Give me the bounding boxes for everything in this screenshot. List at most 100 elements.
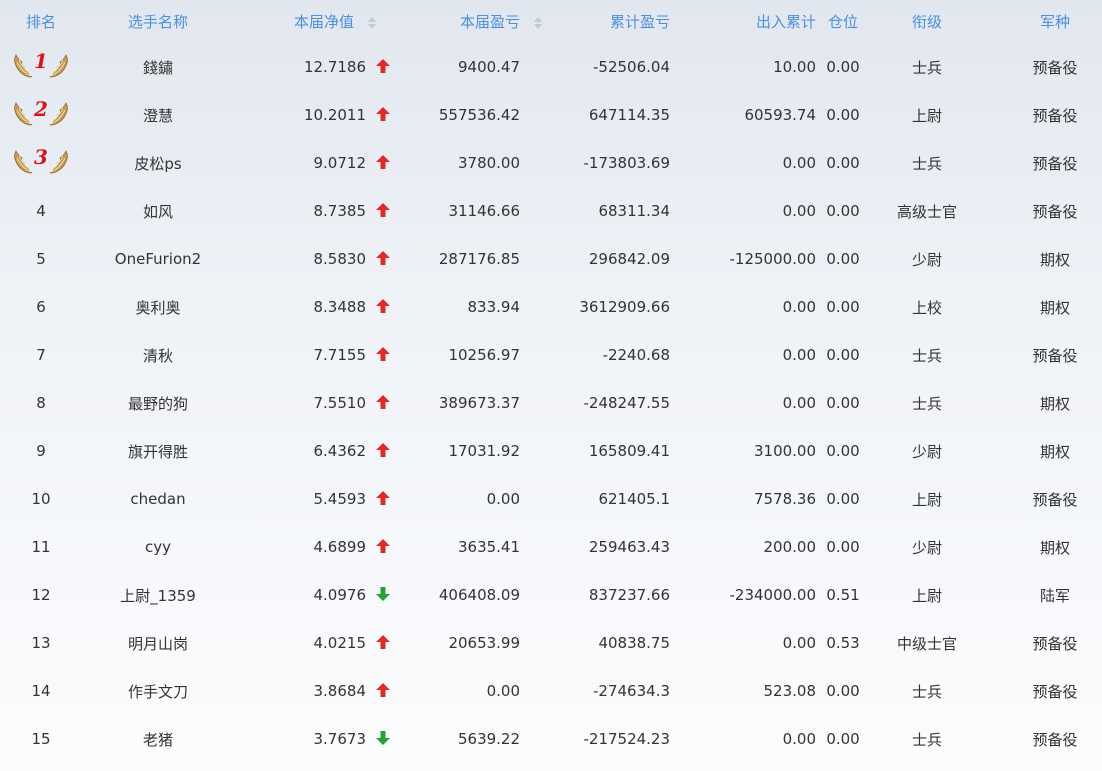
player-name[interactable]: chedan bbox=[130, 490, 185, 508]
player-name[interactable]: 皮松ps bbox=[134, 155, 181, 173]
table-row[interactable]: 5 OneFurion2 8.5830 287176.85 296842.09 -1250… bbox=[0, 235, 1102, 283]
table-row[interactable]: 12 上尉_1359 4.0976 406408.09 837237.66 -234000… bbox=[0, 571, 1102, 619]
header-name[interactable]: 选手名称 bbox=[82, 0, 234, 43]
sort-icon[interactable] bbox=[368, 16, 377, 29]
flow-cell: -125000.00 bbox=[670, 235, 816, 283]
branch-cell: 预备役 bbox=[984, 619, 1102, 667]
table-row[interactable]: 8 最野的狗 7.5510 389673.37 -248247.55 0.00 0.00 士兵… bbox=[0, 379, 1102, 427]
position-value: 0.00 bbox=[826, 298, 860, 316]
position-cell: 0.00 bbox=[816, 523, 870, 571]
player-name-cell[interactable]: 老猪 bbox=[82, 715, 234, 763]
player-name-cell[interactable]: 奥利奥 bbox=[82, 283, 234, 331]
total-pnl-value: 621405.1 bbox=[598, 490, 671, 508]
player-name-cell[interactable]: 上尉_1359 bbox=[82, 571, 234, 619]
total-pnl-cell: -2240.68 bbox=[520, 331, 670, 379]
table-row[interactable]: 9 旗开得胜 6.4362 17031.92 165809.41 3100.00 0.00 少… bbox=[0, 427, 1102, 475]
position-cell: 0.00 bbox=[816, 667, 870, 715]
header-flow[interactable]: 出入累计 bbox=[670, 0, 816, 43]
player-name-cell[interactable]: 澄慧 bbox=[82, 91, 234, 139]
header-rank[interactable]: 排名 bbox=[0, 0, 82, 43]
player-name-cell[interactable]: 旗开得胜 bbox=[82, 427, 234, 475]
player-name[interactable]: 清秋 bbox=[143, 347, 173, 365]
branch-value: 预备役 bbox=[1032, 490, 1078, 509]
net-value: 6.4362 bbox=[313, 442, 367, 460]
rank-cell: 9 bbox=[0, 427, 82, 475]
wing-left-icon bbox=[14, 150, 33, 174]
header-net[interactable]: 本届净值 bbox=[234, 0, 398, 43]
header-pnl[interactable]: 本届盈亏 bbox=[398, 0, 543, 43]
net-value: 4.6899 bbox=[313, 538, 367, 556]
player-name[interactable]: OneFurion2 bbox=[115, 250, 201, 268]
table-header-row: 排名 选手名称 本届净值 本届盈亏 累计盈亏 出入累计 仓位 衔级 军种 bbox=[0, 0, 1102, 43]
player-name[interactable]: 錢鏽 bbox=[143, 59, 173, 77]
flow-cell: 10.00 bbox=[670, 43, 816, 91]
player-name[interactable]: 旗开得胜 bbox=[128, 443, 188, 461]
player-name[interactable]: 上尉_1359 bbox=[120, 587, 196, 605]
player-name-cell[interactable]: 皮松ps bbox=[82, 139, 234, 187]
player-name-cell[interactable]: chedan bbox=[82, 475, 234, 523]
trend-cell bbox=[366, 619, 398, 667]
flow-value: 0.00 bbox=[782, 346, 817, 364]
net-value-cell: 4.0215 bbox=[234, 619, 367, 667]
pnl-value: 3780.00 bbox=[457, 154, 521, 172]
player-name-cell[interactable]: cyy bbox=[82, 523, 234, 571]
sort-icon[interactable] bbox=[534, 16, 543, 29]
player-name[interactable]: 如风 bbox=[143, 203, 173, 221]
total-pnl-cell: 647114.35 bbox=[520, 91, 670, 139]
table-row[interactable]: 10 chedan 5.4593 0.00 621405.1 7578.36 0.00 上尉 预… bbox=[0, 475, 1102, 523]
grade-cell: 少尉 bbox=[870, 523, 984, 571]
pnl-value: 20653.99 bbox=[448, 634, 521, 652]
rank-medal: 3 bbox=[13, 145, 69, 180]
header-grade-label: 衔级 bbox=[912, 13, 943, 31]
flow-value: -125000.00 bbox=[729, 250, 817, 268]
header-net-label: 本届净值 bbox=[294, 13, 355, 31]
player-name-cell[interactable]: 作手文刀 bbox=[82, 667, 234, 715]
player-name[interactable]: 老猪 bbox=[143, 731, 173, 749]
pnl-value: 5639.22 bbox=[457, 730, 521, 748]
player-name-cell[interactable]: 如风 bbox=[82, 187, 234, 235]
pnl-cell: 389673.37 bbox=[398, 379, 520, 427]
grade-cell: 士兵 bbox=[870, 139, 984, 187]
player-name-cell[interactable]: OneFurion2 bbox=[82, 235, 234, 283]
header-branch[interactable]: 军种 bbox=[984, 0, 1102, 43]
rank-cell: 10 bbox=[0, 475, 82, 523]
table-row[interactable]: 3 皮松ps 9.0712 3780.00 -173803.69 0.00 0.00 士兵 预… bbox=[0, 139, 1102, 187]
player-name-cell[interactable]: 明月山岗 bbox=[82, 619, 234, 667]
header-total[interactable]: 累计盈亏 bbox=[520, 0, 670, 43]
rank-number: 7 bbox=[36, 346, 46, 364]
pnl-cell: 0.00 bbox=[398, 475, 520, 523]
table-row[interactable]: 7 清秋 7.7155 10256.97 -2240.68 0.00 0.00 士兵 预备役 bbox=[0, 331, 1102, 379]
player-name[interactable]: 作手文刀 bbox=[128, 683, 188, 701]
table-row[interactable]: 2 澄慧 10.2011 557536.42 647114.35 60593.74 0.0… bbox=[0, 91, 1102, 139]
pnl-value: 287176.85 bbox=[438, 250, 521, 268]
position-cell: 0.00 bbox=[816, 475, 870, 523]
grade-value: 士兵 bbox=[912, 58, 943, 77]
branch-cell: 期权 bbox=[984, 523, 1102, 571]
player-name[interactable]: 奥利奥 bbox=[135, 299, 180, 317]
player-name[interactable]: 明月山岗 bbox=[128, 635, 188, 653]
header-position[interactable]: 仓位 bbox=[816, 0, 870, 43]
trend-cell bbox=[366, 139, 398, 187]
player-name-cell[interactable]: 最野的狗 bbox=[82, 379, 234, 427]
position-cell: 0.00 bbox=[816, 139, 870, 187]
table-row[interactable]: 11 cyy 4.6899 3635.41 259463.43 200.00 0.00 少尉 期… bbox=[0, 523, 1102, 571]
table-row[interactable]: 4 如风 8.7385 31146.66 68311.34 0.00 0.00 高级士官 预备役 bbox=[0, 187, 1102, 235]
player-name[interactable]: cyy bbox=[145, 538, 171, 556]
position-value: 0.00 bbox=[826, 154, 860, 172]
table-row[interactable]: 15 老猪 3.7673 5639.22 -217524.23 0.00 0.00 士兵 预备役 bbox=[0, 715, 1102, 763]
rank-number: 8 bbox=[36, 394, 46, 412]
table-row[interactable]: 13 明月山岗 4.0215 20653.99 40838.75 0.00 0.53 中级士官… bbox=[0, 619, 1102, 667]
grade-value: 上尉 bbox=[912, 106, 943, 125]
net-value: 5.4593 bbox=[313, 490, 367, 508]
player-name[interactable]: 澄慧 bbox=[143, 107, 173, 125]
total-pnl-cell: -274634.3 bbox=[520, 667, 670, 715]
player-name-cell[interactable]: 錢鏽 bbox=[82, 43, 234, 91]
player-name-cell[interactable]: 清秋 bbox=[82, 331, 234, 379]
position-value: 0.00 bbox=[826, 442, 860, 460]
table-row[interactable]: 6 奥利奥 8.3488 833.94 3612909.66 0.00 0.00 上校 期权 bbox=[0, 283, 1102, 331]
table-row[interactable]: 1 錢鏽 12.7186 9400.47 -52506.04 10.00 0.00 士兵 预备… bbox=[0, 43, 1102, 91]
table-row[interactable]: 14 作手文刀 3.8684 0.00 -274634.3 523.08 0.00 士兵 预备役 bbox=[0, 667, 1102, 715]
pnl-cell: 17031.92 bbox=[398, 427, 520, 475]
player-name[interactable]: 最野的狗 bbox=[128, 395, 188, 413]
header-grade[interactable]: 衔级 bbox=[870, 0, 984, 43]
